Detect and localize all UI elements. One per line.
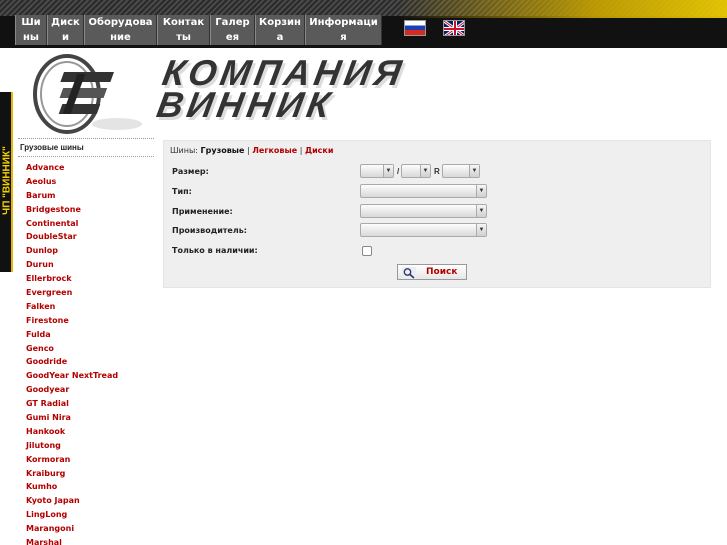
usage-label: Применение:: [172, 207, 233, 216]
brand-link[interactable]: Dunlop: [18, 244, 154, 258]
brand-link[interactable]: Advance: [18, 161, 154, 175]
sidebar: Грузовые шины Advance Aeolus Barum Bridg…: [18, 138, 154, 545]
size-profile-select[interactable]: ▼: [401, 164, 431, 178]
top-stripe-gold: [397, 0, 727, 18]
size-separator: /: [397, 167, 400, 176]
brand-link[interactable]: Evergreen: [18, 286, 154, 300]
breadcrumb-link-passenger[interactable]: Легковые: [252, 146, 297, 155]
company-logo-text: КОМПАНИЯ ВИННИК: [153, 52, 409, 125]
brand-link[interactable]: GT Radial: [18, 397, 154, 411]
brand-link[interactable]: Gumi Nira: [18, 411, 154, 425]
brand-link[interactable]: Jilutong: [18, 439, 154, 453]
type-select[interactable]: ▼: [360, 184, 487, 198]
chevron-down-icon: ▼: [383, 165, 393, 177]
search-button[interactable]: Поиск: [397, 264, 467, 280]
brand-link[interactable]: Fulda: [18, 328, 154, 342]
breadcrumb: Шины: Грузовые | Легковые | Диски: [170, 146, 333, 155]
brand-list: Advance Aeolus Barum Bridgestone Contine…: [18, 161, 154, 545]
side-tab-label: ЧП "ВИННИК": [1, 146, 13, 215]
nav-item-cart[interactable]: Корзина: [255, 15, 305, 45]
flag-uk-icon[interactable]: [443, 20, 465, 36]
size-diameter-select[interactable]: ▼: [442, 164, 480, 178]
nav-item-gallery[interactable]: Галерея: [210, 15, 255, 45]
maker-select[interactable]: ▼: [360, 223, 487, 237]
maker-label: Производитель:: [172, 226, 247, 235]
chevron-down-icon: ▼: [476, 205, 486, 217]
brand-link[interactable]: Kumho: [18, 480, 154, 494]
brand-link[interactable]: Ellerbrock: [18, 272, 154, 286]
nav-item-wheels[interactable]: Диски: [47, 15, 84, 45]
brand-link[interactable]: Marshal: [18, 536, 154, 545]
flag-ru-icon[interactable]: [404, 20, 426, 36]
brand-link[interactable]: Genco: [18, 342, 154, 356]
breadcrumb-separator: |: [247, 146, 250, 155]
nav-item-contacts[interactable]: Контакты: [157, 15, 210, 45]
brand-link[interactable]: Durun: [18, 258, 154, 272]
type-label: Тип:: [172, 187, 192, 196]
brand-link[interactable]: Aeolus: [18, 175, 154, 189]
nav-item-equipment[interactable]: Оборудование: [84, 15, 157, 45]
tire-search-panel: Шины: Грузовые | Легковые | Диски Размер…: [163, 140, 711, 288]
brand-link[interactable]: GoodYear NextTread: [18, 369, 154, 383]
side-tab[interactable]: ЧП "ВИННИК": [0, 92, 13, 272]
top-bar: Шины Диски Оборудование Контакты Галерея…: [0, 0, 727, 48]
usage-select[interactable]: ▼: [360, 204, 487, 218]
brand-link[interactable]: Kormoran: [18, 453, 154, 467]
size-r-label: R: [434, 167, 440, 176]
chevron-down-icon: ▼: [476, 185, 486, 197]
brand-link[interactable]: Bridgestone: [18, 203, 154, 217]
size-label: Размер:: [172, 167, 209, 176]
breadcrumb-current: Грузовые: [200, 146, 245, 155]
brand-link[interactable]: Kyoto Japan: [18, 494, 154, 508]
breadcrumb-prefix: Шины:: [170, 146, 198, 155]
logo-line-2: ВИННИК: [153, 84, 337, 125]
magnifier-icon: [402, 266, 416, 279]
brand-link[interactable]: Continental: [18, 217, 154, 231]
nav-item-info[interactable]: Информация: [305, 15, 382, 45]
brand-link[interactable]: DoubleStar: [18, 230, 154, 244]
breadcrumb-link-wheels[interactable]: Диски: [305, 146, 334, 155]
chevron-down-icon: ▼: [476, 224, 486, 236]
brand-link[interactable]: LingLong: [18, 508, 154, 522]
brand-link[interactable]: Hankook: [18, 425, 154, 439]
brand-link[interactable]: Firestone: [18, 314, 154, 328]
main-nav: Шины Диски Оборудование Контакты Галерея…: [15, 15, 382, 45]
sidebar-title: Грузовые шины: [18, 138, 154, 157]
breadcrumb-separator: |: [299, 146, 303, 155]
size-width-select[interactable]: ▼: [360, 164, 394, 178]
brand-link[interactable]: Goodyear: [18, 383, 154, 397]
brand-link[interactable]: Barum: [18, 189, 154, 203]
instock-checkbox[interactable]: [362, 246, 372, 256]
brand-link[interactable]: Kraiburg: [18, 467, 154, 481]
brand-link[interactable]: Marangoni: [18, 522, 154, 536]
brand-link[interactable]: Goodride: [18, 355, 154, 369]
chevron-down-icon: ▼: [469, 165, 479, 177]
instock-label: Только в наличии:: [172, 246, 258, 255]
search-button-label: Поиск: [426, 267, 458, 277]
chevron-down-icon: ▼: [420, 165, 430, 177]
brand-link[interactable]: Falken: [18, 300, 154, 314]
company-logo-icon: [22, 50, 142, 138]
nav-item-tires[interactable]: Шины: [15, 15, 47, 45]
